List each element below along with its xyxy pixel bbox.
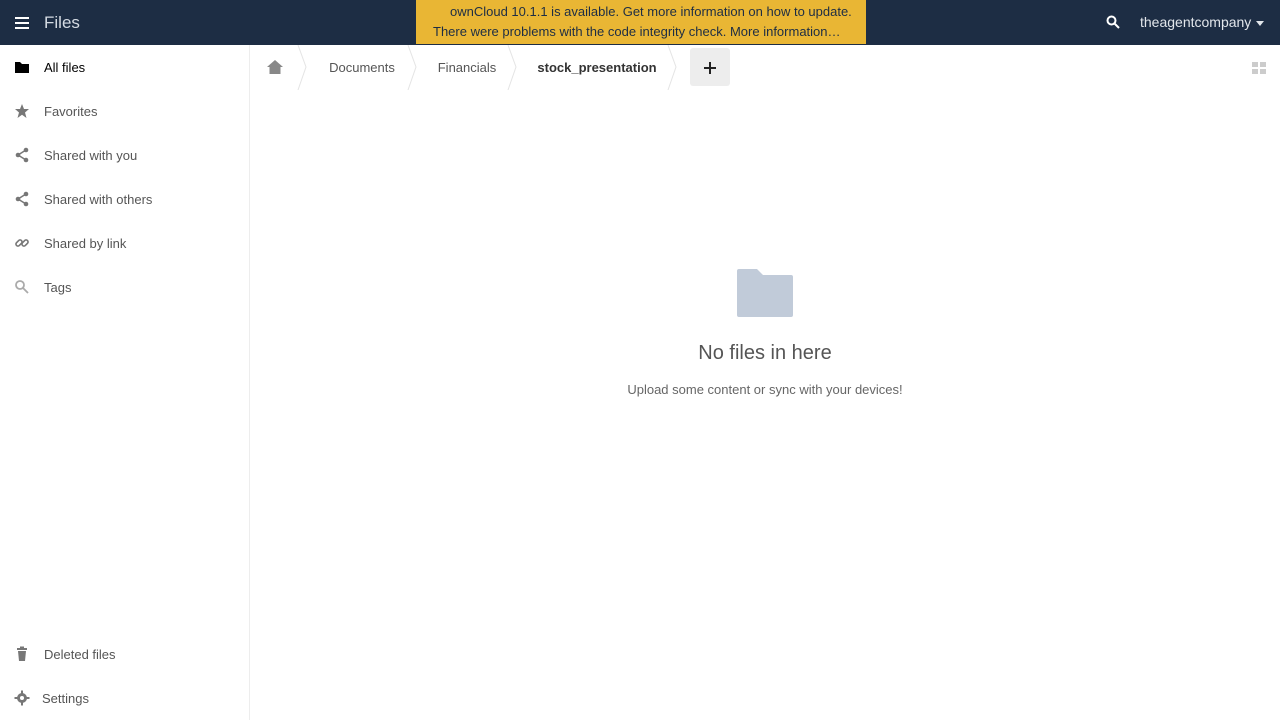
- integrity-notice-link[interactable]: There were problems with the code integr…: [433, 24, 841, 39]
- breadcrumb-separator-icon: [507, 45, 517, 90]
- sidebar-item-label: Settings: [42, 690, 89, 706]
- notice-close-button[interactable]: [842, 2, 862, 20]
- gear-icon: [14, 690, 30, 706]
- app-title: Files: [44, 13, 80, 32]
- breadcrumb-current[interactable]: stock_presentation: [517, 45, 677, 90]
- sidebar-item-label: Deleted files: [44, 646, 116, 662]
- app-navigation: All files Favorites Shared with you Shar…: [0, 45, 250, 720]
- sidebar-item-label: Shared with others: [44, 191, 153, 207]
- folder-icon: [15, 62, 29, 73]
- empty-state-title: No files in here: [698, 342, 832, 364]
- breadcrumb-item[interactable]: Documents: [307, 45, 417, 90]
- home-icon: [267, 60, 283, 74]
- sidebar-item-deleted-files[interactable]: Deleted files: [0, 632, 250, 676]
- update-notice-link[interactable]: ownCloud 10.1.1 is available. Get more i…: [450, 4, 852, 19]
- username: theagentcompany: [1140, 14, 1252, 30]
- empty-folder-icon: [737, 269, 793, 317]
- empty-state-subtitle: Upload some content or sync with your de…: [627, 382, 903, 397]
- trash-icon: [17, 646, 27, 661]
- new-file-button[interactable]: [690, 48, 730, 86]
- share-icon: [15, 147, 29, 163]
- view-toggle-button[interactable]: [1250, 60, 1268, 76]
- tag-icon: [15, 280, 29, 294]
- sidebar-item-favorites[interactable]: Favorites: [0, 89, 250, 133]
- sidebar-item-tags[interactable]: Tags: [0, 265, 250, 309]
- grid-icon: [1252, 62, 1266, 74]
- chevron-down-icon: [1256, 20, 1265, 26]
- link-icon: [15, 239, 29, 247]
- sidebar-item-label: Tags: [44, 279, 72, 295]
- breadcrumb-separator-icon: [667, 45, 677, 90]
- sidebar-item-all-files[interactable]: All files: [0, 45, 250, 89]
- breadcrumb-home[interactable]: [250, 45, 307, 90]
- search-button[interactable]: [1100, 8, 1128, 36]
- sidebar-item-label: Shared with you: [44, 147, 138, 163]
- star-icon: [15, 104, 29, 118]
- hamburger-icon: [15, 16, 29, 29]
- breadcrumb-item[interactable]: Financials: [417, 45, 517, 90]
- sidebar-item-label: All files: [44, 59, 86, 75]
- sidebar-item-label: Favorites: [44, 103, 98, 119]
- top-header: Files ownCloud 10.1.1 is available. Get …: [0, 0, 1280, 45]
- sidebar-item-label: Shared by link: [44, 235, 127, 251]
- sidebar-item-shared-with-you[interactable]: Shared with you: [0, 133, 250, 177]
- breadcrumb-separator-icon: [407, 45, 417, 90]
- user-menu[interactable]: theagentcompany: [1140, 14, 1265, 30]
- sidebar-settings[interactable]: Settings: [0, 676, 250, 720]
- sidebar-item-shared-by-link[interactable]: Shared by link: [0, 221, 250, 265]
- search-icon: [1106, 15, 1120, 29]
- sidebar-item-shared-with-others[interactable]: Shared with others: [0, 177, 250, 221]
- breadcrumb-separator-icon: [297, 45, 307, 90]
- share-icon: [15, 191, 29, 207]
